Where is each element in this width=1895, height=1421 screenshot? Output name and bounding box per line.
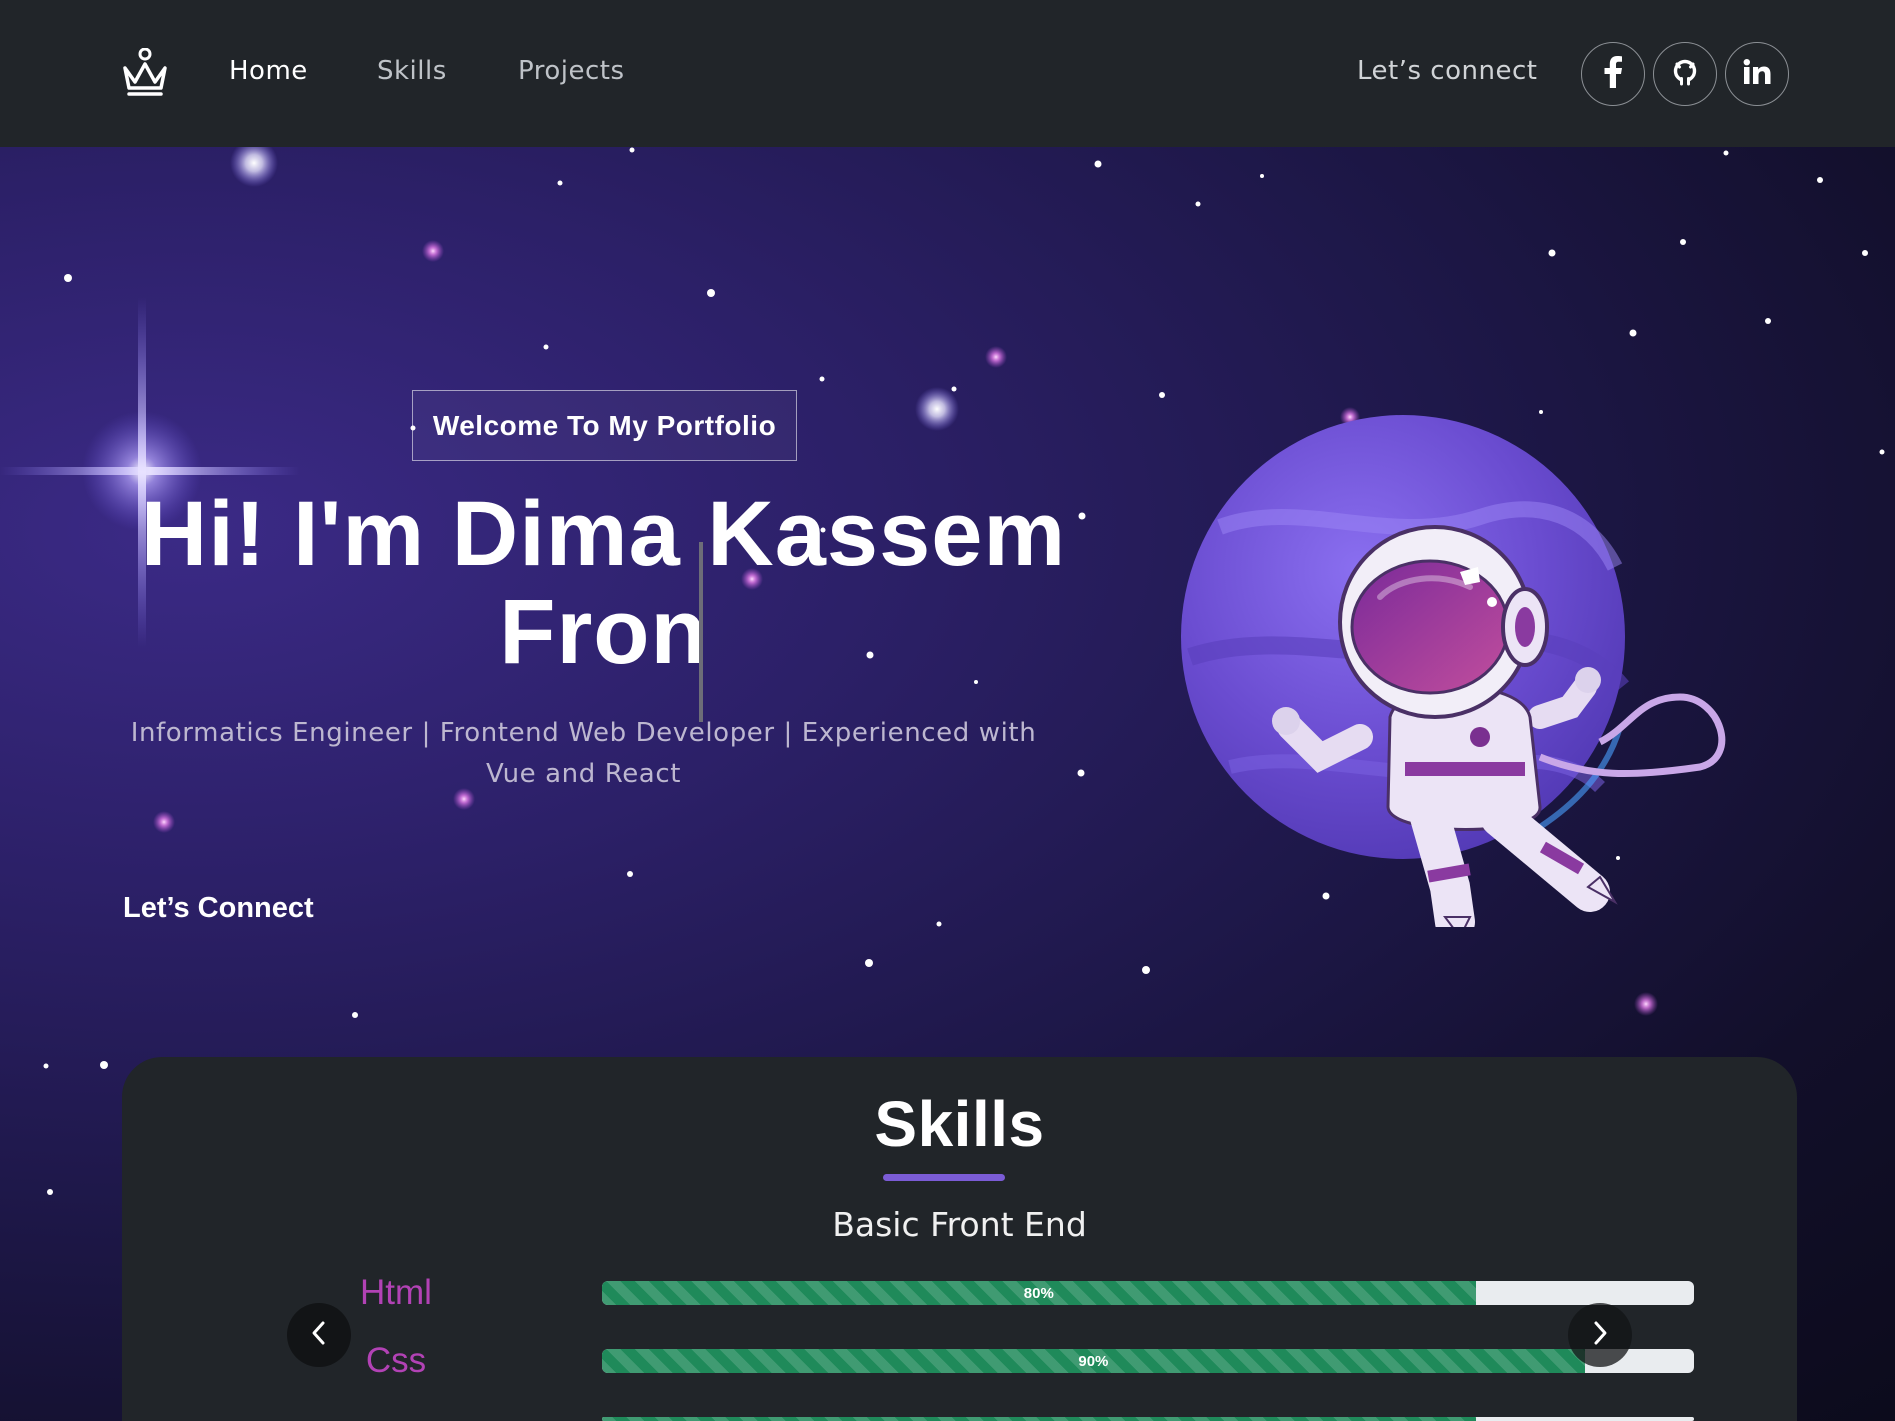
chevron-right-icon	[1590, 1320, 1610, 1350]
skill-progress-fill: 90%	[602, 1349, 1585, 1373]
hero-subtitle: Informatics Engineer | Frontend Web Deve…	[130, 718, 1037, 789]
hero-heading: Hi! I'm Dima Kassem Fron	[130, 485, 1077, 681]
carousel-prev-button[interactable]	[287, 1303, 351, 1367]
crown-icon[interactable]	[121, 47, 169, 98]
skill-progress-bar-html: 80%	[602, 1281, 1694, 1305]
github-button[interactable]	[1653, 42, 1717, 106]
skill-progress-bar-css: 90%	[602, 1349, 1694, 1373]
github-icon	[1671, 58, 1699, 90]
lets-connect-link[interactable]: Let’s connect	[1357, 56, 1537, 86]
skill-progress-fill	[602, 1417, 1476, 1421]
nav-link-projects[interactable]: Projects	[518, 56, 625, 86]
skill-progress-bar-next	[602, 1417, 1694, 1421]
chevron-left-icon	[309, 1320, 329, 1350]
skills-category-title: Basic Front End	[832, 1205, 1087, 1244]
hero-heading-line-1: Hi! I'm Dima Kassem	[140, 483, 1067, 585]
welcome-badge: Welcome To My Portfolio	[412, 390, 797, 461]
carousel-next-button[interactable]	[1568, 1303, 1632, 1367]
navbar: Home Skills Projects Let’s connect	[0, 0, 1895, 147]
skill-progress-fill: 80%	[602, 1281, 1476, 1305]
skills-section: Skills Basic Front End Html 80% Css 90%	[122, 1057, 1797, 1421]
skills-title-underline	[883, 1174, 1005, 1181]
nav-link-skills[interactable]: Skills	[377, 56, 447, 86]
skill-percent-label: 90%	[1078, 1352, 1109, 1370]
skill-percent-label: 80%	[1023, 1284, 1054, 1302]
linkedin-icon	[1743, 59, 1771, 89]
nav-link-home[interactable]: Home	[229, 56, 308, 86]
hero-heading-typing-text: Fron	[499, 581, 708, 683]
typing-cursor	[699, 542, 703, 722]
linkedin-button[interactable]	[1725, 42, 1789, 106]
facebook-icon	[1603, 56, 1623, 92]
hero-lets-connect-button[interactable]: Let’s Connect	[123, 892, 314, 925]
skills-title: Skills	[874, 1088, 1045, 1160]
facebook-button[interactable]	[1581, 42, 1645, 106]
astronaut-planet-illustration	[1181, 415, 1726, 927]
